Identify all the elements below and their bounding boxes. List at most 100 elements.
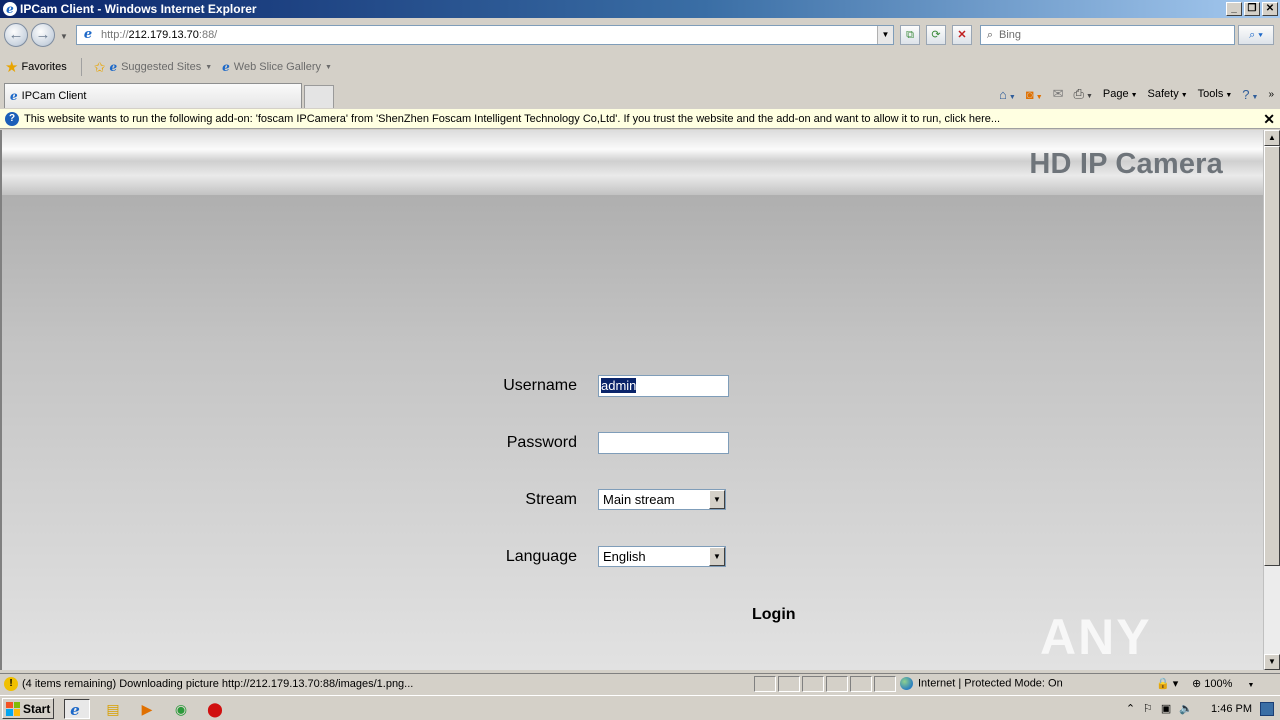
chevron-down-icon: ▼ <box>1247 682 1255 689</box>
compatibility-view-button[interactable]: ⧉ <box>900 25 920 45</box>
search-provider-icon: ⌕ <box>986 28 994 41</box>
username-value: admin <box>601 378 637 393</box>
password-label: Password <box>506 434 577 451</box>
language-select[interactable]: English ▼ <box>598 546 726 567</box>
search-placeholder: Bing <box>999 29 1022 41</box>
clock[interactable]: 1:46 PM <box>1211 703 1252 715</box>
recent-pages-dropdown[interactable]: ▼ <box>60 32 68 41</box>
search-button[interactable]: ⌕ ▾ <box>1238 25 1274 45</box>
suggested-sites-label: Suggested Sites <box>121 61 202 73</box>
taskbar-internet-explorer-icon[interactable]: e <box>64 699 90 719</box>
username-label: Username <box>503 377 577 394</box>
status-cell <box>826 676 848 692</box>
language-label: Language <box>505 548 577 565</box>
chevron-down-icon[interactable]: ▼ <box>709 547 725 566</box>
back-button[interactable]: ← <box>4 23 28 47</box>
mail-icon[interactable]: ✉ <box>1053 86 1064 102</box>
show-desktop-icon[interactable] <box>1260 701 1274 716</box>
search-input[interactable]: ⌕ Bing <box>980 25 1235 45</box>
taskbar-explorer-folder-icon[interactable]: ▤ <box>100 699 126 719</box>
windows-logo-icon <box>6 701 20 716</box>
restore-button[interactable]: ❐ <box>1244 2 1260 16</box>
status-cell <box>802 676 824 692</box>
vertical-scrollbar[interactable]: ▲ ▼ <box>1263 130 1280 670</box>
username-field[interactable]: admin <box>598 375 729 397</box>
close-icon[interactable]: ✕ <box>1263 111 1275 128</box>
information-bar-message: This website wants to run the following … <box>24 112 1001 125</box>
stream-select[interactable]: Main stream ▼ <box>598 489 726 510</box>
chevron-down-icon: ▼ <box>325 63 332 71</box>
start-label: Start <box>23 701 51 716</box>
login-button[interactable]: Login <box>752 606 796 624</box>
close-window-button[interactable]: ✕ <box>1262 2 1278 16</box>
chevron-down-icon: ▼ <box>205 63 213 71</box>
network-icon[interactable]: ▣ <box>1161 702 1171 715</box>
web-slice-gallery-link[interactable]: e Web Slice Gallery ▼ <box>222 60 332 74</box>
window-controls: _ ❐ ✕ <box>1226 2 1278 16</box>
taskbar-media-player-icon[interactable]: ▶ <box>134 699 160 719</box>
volume-icon[interactable]: 🔈 <box>1179 702 1193 715</box>
favorites-label: Favorites <box>21 61 67 73</box>
star-icon: ★ <box>5 59 19 76</box>
favorites-button[interactable]: ★ Favorites <box>0 58 67 76</box>
chevron-down-icon[interactable]: ▼ <box>709 490 725 509</box>
internet-explorer-icon: e <box>3 2 17 16</box>
minimize-button[interactable]: _ <box>1226 2 1242 16</box>
status-bar: ! (4 items remaining) Downloading pictur… <box>0 673 1280 693</box>
address-bar[interactable]: e http:// 212.179.13.70 :88/ ▼ <box>76 25 894 45</box>
protected-mode-icon[interactable]: 🔒 ▾ <box>1156 677 1178 690</box>
system-tray: ⌃ ⚐ ▣ 🔈 1:46 PM <box>1126 698 1280 719</box>
start-button[interactable]: Start <box>2 698 54 719</box>
zoom-level[interactable]: ⊕ 100% ▼ <box>1192 677 1254 690</box>
navigation-bar: ← → ▼ e http:// 212.179.13.70 :88/ ▼ ⧉ ⟳… <box>0 20 1280 52</box>
favorites-bar: ★ Favorites ✩ e Suggested Sites ▼ e Web … <box>0 55 1280 79</box>
ie-page-icon: e <box>222 60 230 74</box>
status-cell <box>874 676 896 692</box>
more-commands-chevron-icon[interactable]: » <box>1268 89 1274 100</box>
language-value: English <box>603 549 646 564</box>
print-icon[interactable]: ⎙ ▼ <box>1074 86 1093 102</box>
tab-row: e IPCam Client ⌂ ▼ ◙ ▼ ✉ ⎙ ▼ Page ▼ Safety ▼ … <box>0 82 1280 108</box>
scroll-thumb[interactable] <box>1264 146 1280 566</box>
forward-button[interactable]: → <box>31 23 55 47</box>
feeds-icon[interactable]: ◙ ▼ <box>1026 87 1043 102</box>
window-title-bar: e IPCam Client - Windows Internet Explor… <box>0 0 1280 18</box>
scroll-up-button[interactable]: ▲ <box>1264 130 1280 146</box>
status-message: (4 items remaining) Downloading picture … <box>22 677 414 690</box>
security-zone[interactable]: Internet | Protected Mode: On <box>900 677 1063 690</box>
url-host: 212.179.13.70 <box>128 29 199 41</box>
status-cell <box>754 676 776 692</box>
zoom-icon: ⊕ <box>1192 678 1202 690</box>
address-dropdown-button[interactable]: ▼ <box>877 26 893 44</box>
info-shield-icon: ? <box>5 111 19 126</box>
page-header: HD IP Camera <box>2 130 1263 195</box>
security-zone-label: Internet | Protected Mode: On <box>918 677 1063 690</box>
tab-ipcam-client[interactable]: e IPCam Client <box>4 83 302 108</box>
zoom-value: 100% <box>1204 678 1233 690</box>
new-tab-button[interactable] <box>304 85 334 108</box>
tools-menu[interactable]: Tools ▼ <box>1198 88 1233 100</box>
taskbar-security-app-icon[interactable]: ⬤ <box>202 699 228 719</box>
globe-icon <box>900 677 913 690</box>
tab-label: IPCam Client <box>21 90 87 102</box>
brand-title: HD IP Camera <box>1029 148 1223 180</box>
stream-label: Stream <box>525 491 577 508</box>
taskbar-chrome-icon[interactable]: ◉ <box>168 699 194 719</box>
refresh-button[interactable]: ⟳ <box>926 25 946 45</box>
help-icon[interactable]: ? ▼ <box>1242 87 1258 102</box>
page-menu[interactable]: Page ▼ <box>1103 88 1138 100</box>
action-center-flag-icon[interactable]: ⚐ <box>1143 702 1153 715</box>
add-to-favorites-icon[interactable]: ✩ <box>94 59 106 76</box>
status-cell <box>850 676 872 692</box>
home-icon[interactable]: ⌂ ▼ <box>999 87 1016 102</box>
scroll-down-button[interactable]: ▼ <box>1264 654 1280 670</box>
safety-menu[interactable]: Safety ▼ <box>1148 88 1188 100</box>
ie-page-icon: e <box>109 60 118 74</box>
password-field[interactable] <box>598 432 729 454</box>
stop-button[interactable]: ✕ <box>952 25 972 45</box>
information-bar[interactable]: ? This website wants to run the followin… <box>0 109 1280 129</box>
web-slice-gallery-label: Web Slice Gallery <box>233 61 321 73</box>
show-hidden-icons-icon[interactable]: ⌃ <box>1126 702 1135 715</box>
suggested-sites-link[interactable]: e Suggested Sites ▼ <box>109 60 212 74</box>
page-content: HD IP Camera Username admin Password Str… <box>0 130 1263 670</box>
